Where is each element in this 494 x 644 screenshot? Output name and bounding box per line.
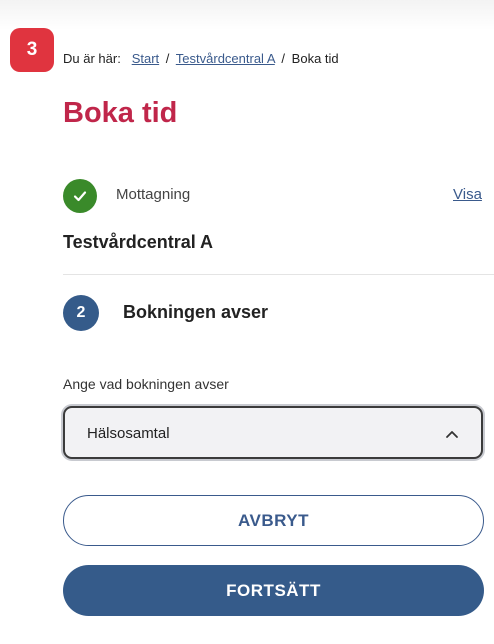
show-link[interactable]: Visa — [453, 186, 482, 203]
current-step-title: Bokningen avser — [123, 302, 269, 322]
cancel-button[interactable]: AVBRYT — [63, 495, 484, 546]
step-number-badge: 3 — [10, 28, 54, 72]
breadcrumb-link-start[interactable]: Start — [132, 51, 159, 66]
breadcrumb-separator: / — [281, 51, 286, 66]
booking-type-select[interactable]: Hälsosamtal — [63, 406, 483, 459]
booking-type-label: Ange vad bokningen avser — [63, 376, 229, 392]
completed-step-label: Mottagning — [116, 186, 191, 203]
breadcrumb-separator: / — [165, 51, 170, 66]
continue-button[interactable]: FORTSÄTT — [63, 565, 484, 616]
page-title: Boka tid — [63, 97, 178, 129]
chevron-up-icon — [445, 426, 459, 444]
breadcrumb-link-clinic[interactable]: Testvårdcentral A — [176, 51, 275, 66]
breadcrumb-prefix: Du är här: — [63, 51, 121, 66]
clinic-name: Testvårdcentral A — [63, 232, 214, 252]
divider — [63, 274, 494, 275]
check-icon — [63, 179, 97, 213]
booking-type-value: Hälsosamtal — [87, 425, 170, 442]
current-step-number: 2 — [63, 295, 99, 331]
breadcrumb: Du är här: Start / Testvårdcentral A / B… — [63, 51, 339, 66]
top-band — [0, 0, 494, 30]
breadcrumb-current: Boka tid — [291, 51, 339, 66]
